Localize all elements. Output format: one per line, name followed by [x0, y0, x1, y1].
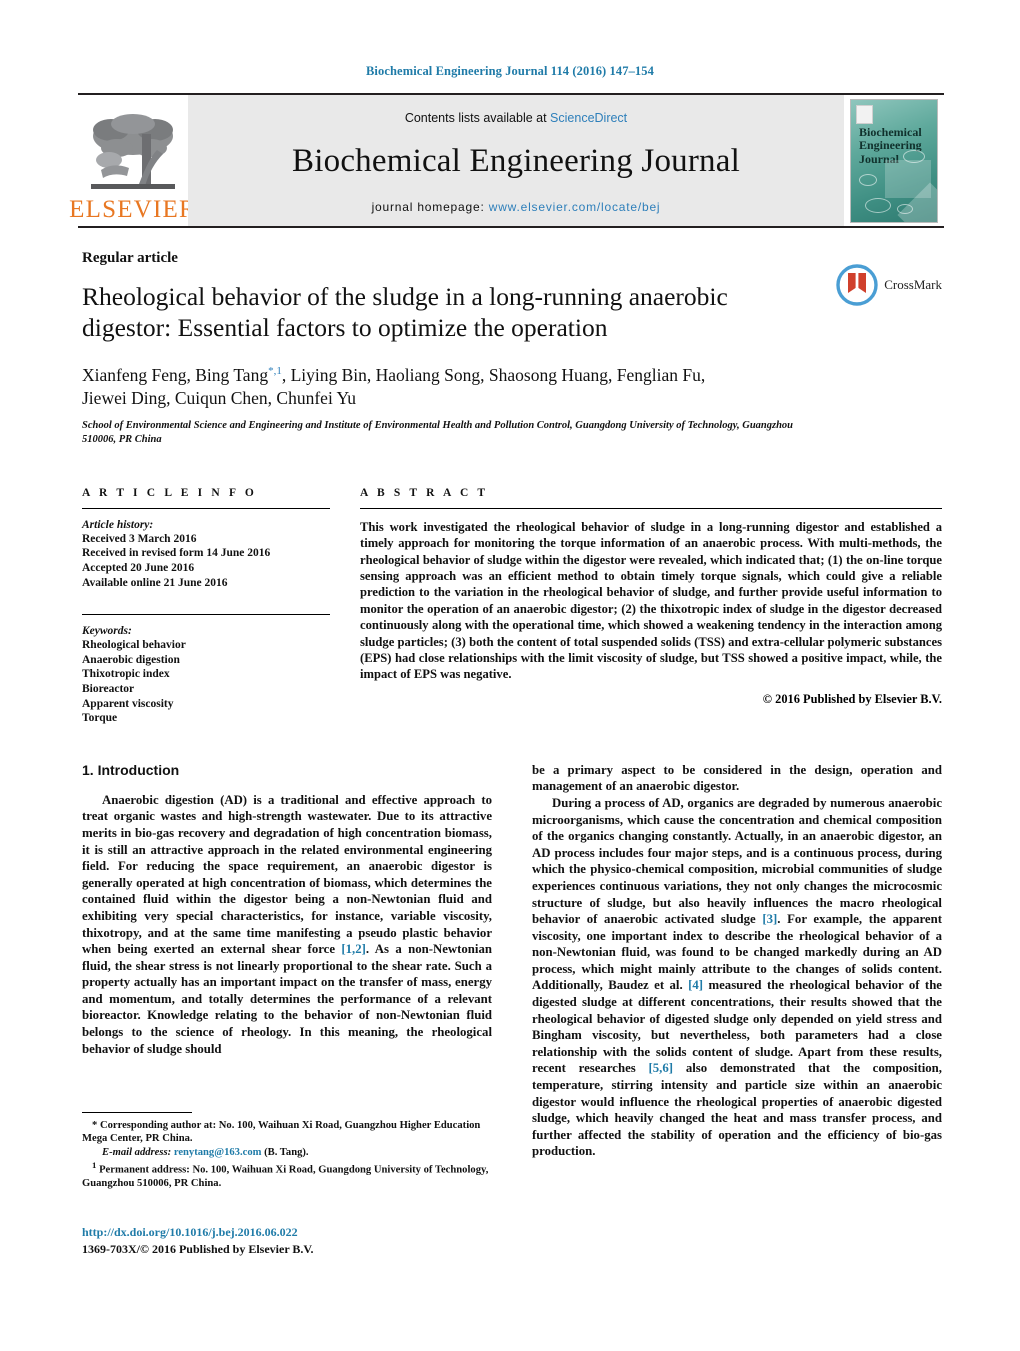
abstract-column: A B S T R A C T This work investigated t…	[360, 487, 942, 726]
article-info-column: A R T I C L E I N F O Article history: R…	[82, 487, 330, 726]
footnote-permanent-address: 1 Permanent address: No. 100, Waihuan Xi…	[82, 1159, 492, 1190]
intro-paragraph-right-1: be a primary aspect to be considered in …	[532, 762, 942, 794]
citation-ref-3[interactable]: [3]	[762, 912, 777, 926]
keywords-heading: Keywords:	[82, 625, 132, 638]
cover-title-line-1: Biochemical	[859, 124, 922, 139]
article-type: Regular article	[82, 250, 178, 266]
intro-paragraph-right-2: During a process of AD, organics are deg…	[532, 795, 942, 1160]
footnote-rule	[82, 1112, 192, 1113]
intro-left-text-a: Anaerobic digestion (AD) is a traditiona…	[82, 792, 492, 957]
article-info-rule	[82, 507, 330, 509]
section-heading-introduction: 1. Introduction	[82, 761, 180, 778]
intro-right-text-d: also demonstrated that the composition, …	[532, 1061, 943, 1159]
email-owner: (B. Tang).	[264, 1146, 309, 1158]
body-columns: 1. Introduction Anaerobic digestion (AD)…	[82, 762, 942, 1160]
journal-cover-image: Biochemical Engineering Journal	[850, 98, 938, 223]
citation-ref-5-6[interactable]: [5,6]	[649, 1061, 674, 1075]
left-column: 1. Introduction Anaerobic digestion (AD)…	[82, 762, 492, 1160]
footnote-marker-one[interactable]: ,1	[274, 365, 282, 377]
keyword-item: Anaerobic digestion	[82, 653, 180, 666]
footnote-corresponding-author: * Corresponding author at: No. 100, Waih…	[82, 1120, 481, 1145]
homepage-url[interactable]: www.elsevier.com/locate/bej	[489, 200, 661, 214]
elsevier-tree-icon	[91, 114, 175, 189]
history-item: Accepted 20 June 2016	[82, 562, 195, 575]
keyword-item: Apparent viscosity	[82, 697, 174, 710]
footnote-number-marker: 1	[92, 1160, 97, 1171]
keyword-item: Rheological behavior	[82, 639, 186, 652]
journal-homepage-line: journal homepage: www.elsevier.com/locat…	[372, 200, 661, 214]
permanent-address-text: Permanent address: No. 100, Waihuan Xi R…	[82, 1164, 489, 1190]
cover-bubble	[865, 197, 891, 213]
journal-title: Biochemical Engineering Journal	[292, 143, 740, 179]
doi-link[interactable]: http://dx.doi.org/10.1016/j.bej.2016.06.…	[82, 1225, 542, 1240]
crossmark-icon	[836, 264, 878, 306]
email-address-link[interactable]: renytang@163.com	[174, 1147, 262, 1158]
intro-paragraph-left: Anaerobic digestion (AD) is a traditiona…	[82, 792, 492, 1058]
info-abstract-section: A R T I C L E I N F O Article history: R…	[82, 487, 942, 726]
keyword-item: Torque	[82, 712, 118, 725]
email-label: E-mail address:	[102, 1146, 172, 1158]
contents-available-line: Contents lists available at ScienceDirec…	[405, 111, 627, 125]
masthead-bottom-rule	[78, 226, 944, 228]
citation-ref-4[interactable]: [4]	[688, 978, 703, 992]
running-head: Biochemical Engineering Journal 114 (201…	[366, 64, 654, 78]
author-list: Xianfeng Feng, Bing Tang*,1, Liying Bin,…	[82, 360, 802, 410]
contents-prefix: Contents lists available at	[404, 111, 551, 125]
intro-right-text-a: During a process of AD, organics are deg…	[532, 795, 942, 927]
intro-left-text-b: . As a non-Newtonian fluid, the shear st…	[82, 942, 492, 1056]
article-info-heading: A R T I C L E I N F O	[82, 486, 257, 499]
elsevier-wordmark: ELSEVIER	[69, 196, 197, 223]
paper-page: Biochemical Engineering Journal 114 (201…	[0, 0, 1020, 1351]
history-item: Available online 21 June 2016	[82, 576, 228, 589]
article-history-heading: Article history:	[82, 518, 154, 531]
footnote-email-line: E-mail address: renytang@163.com (B. Tan…	[82, 1146, 492, 1159]
sciencedirect-link[interactable]: ScienceDirect	[550, 111, 627, 125]
footnotes-block: * Corresponding author at: No. 100, Waih…	[82, 1112, 492, 1191]
abstract-rule	[360, 507, 942, 509]
elsevier-logo: ELSEVIER	[69, 95, 196, 226]
right-column: be a primary aspect to be considered in …	[532, 762, 942, 1160]
article-header: CrossMark Regular article Rheological be…	[82, 250, 942, 447]
page-title: Rheological behavior of the sludge in a …	[82, 282, 728, 342]
authors-part-2: , Liying Bin, Haoliang Song, Shaosong Hu…	[281, 364, 706, 385]
history-item: Received 3 March 2016	[82, 532, 197, 545]
keyword-item: Thixotropic index	[82, 668, 170, 681]
author-affiliation: School of Environmental Science and Engi…	[82, 419, 794, 445]
citation-ref-1-2[interactable]: [1,2]	[341, 942, 366, 956]
doi-block: http://dx.doi.org/10.1016/j.bej.2016.06.…	[82, 1225, 542, 1257]
masthead-center: Contents lists available at ScienceDirec…	[188, 95, 844, 226]
keywords-rule	[82, 614, 330, 616]
abstract-heading: A B S T R A C T	[360, 486, 489, 499]
keyword-item: Bioreactor	[82, 682, 135, 695]
abstract-copyright: © 2016 Published by Elsevier B.V.	[762, 691, 942, 706]
keywords-block: Keywords: Rheological behavior Anaerobic…	[82, 614, 330, 726]
cover-elsevier-badge-icon	[856, 104, 873, 124]
crossmark-label: CrossMark	[884, 277, 942, 292]
homepage-label: journal homepage:	[371, 200, 485, 214]
cover-bubble	[903, 149, 925, 163]
journal-cover-area: Biochemical Engineering Journal	[844, 95, 944, 226]
authors-part-1: Xianfeng Feng, Bing Tang	[82, 364, 269, 385]
cover-bubble	[859, 173, 877, 186]
crossmark-badge[interactable]: CrossMark	[836, 264, 942, 306]
abstract-text: This work investigated the rheological b…	[360, 519, 942, 682]
history-item: Received in revised form 14 June 2016	[82, 547, 271, 560]
issn-copyright: 1369-703X/© 2016 Published by Elsevier B…	[82, 1242, 314, 1256]
journal-masthead: ELSEVIER Contents lists available at Sci…	[69, 93, 944, 226]
authors-part-3: Jiewei Ding, Cuiqun Chen, Chunfei Yu	[82, 387, 356, 408]
